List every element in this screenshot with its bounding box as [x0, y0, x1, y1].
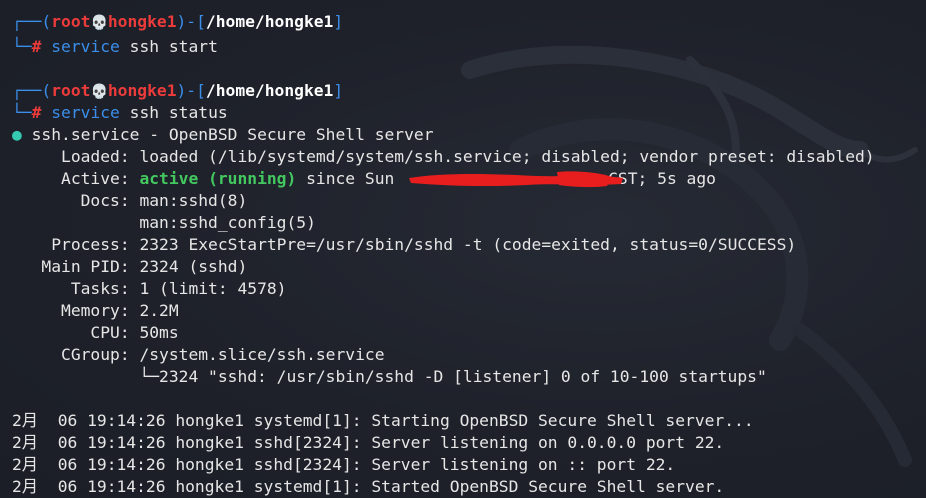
- command-args: ssh status: [119, 103, 228, 122]
- log-line: 2月 06 19:14:26 hongke1 systemd[1]: Start…: [12, 411, 754, 430]
- main-pid-row: Main PID: 2324 (sshd): [12, 256, 247, 278]
- service-title: ssh.service - OpenBSD Secure Shell serve…: [21, 125, 434, 144]
- prompt-path: /home/hongke1: [205, 12, 334, 31]
- cpu-value: 50ms: [129, 323, 179, 342]
- main-pid-key: Main PID:: [12, 257, 130, 276]
- prompt-path: /home/hongke1: [205, 81, 334, 100]
- docs-value-1: man:sshd(8): [129, 191, 248, 210]
- active-since: since Sun: [296, 169, 405, 188]
- prompt-box-bottom: └─: [12, 103, 32, 122]
- loaded-row: Loaded: loaded (/lib/systemd/system/ssh.…: [12, 146, 875, 168]
- process-row: Process: 2323 ExecStartPre=/usr/sbin/ssh…: [12, 234, 796, 256]
- loaded-key: Loaded:: [12, 147, 130, 166]
- skull-icon: 💀: [90, 15, 108, 31]
- docs-value-2: man:sshd_config(5): [12, 213, 316, 232]
- active-key: Active:: [12, 169, 130, 188]
- log-line: 2月 06 19:14:26 hongke1 sshd[2324]: Serve…: [12, 455, 676, 474]
- tasks-key: Tasks:: [12, 279, 130, 298]
- prompt-box-bottom: └─: [12, 37, 32, 56]
- skull-icon: 💀: [90, 84, 108, 100]
- terminal-window[interactable]: ┌──(root💀hongke1)-[/home/hongke1] └─# se…: [0, 0, 926, 498]
- prompt-box-top: ┌──(: [12, 81, 52, 100]
- log-line: 2月 06 19:14:26 hongke1 systemd[1]: Start…: [12, 477, 725, 496]
- command-name: service: [51, 103, 120, 122]
- prompt-user: root: [51, 81, 91, 100]
- tasks-value: 1 (limit: 4578): [129, 279, 287, 298]
- docs-row-2: man:sshd_config(5): [12, 212, 316, 234]
- tasks-row: Tasks: 1 (limit: 4578): [12, 278, 287, 300]
- cpu-key: CPU:: [12, 323, 130, 342]
- docs-key: Docs:: [12, 191, 130, 210]
- process-value: 2323 ExecStartPre=/usr/sbin/sshd -t (cod…: [129, 235, 797, 254]
- memory-key: Memory:: [12, 301, 130, 320]
- loaded-value: loaded (/lib/systemd/system/ssh.service;…: [129, 147, 875, 166]
- prompt-line-1: ┌──(root💀hongke1)-[/home/hongke1]: [12, 11, 343, 33]
- service-header: ● ssh.service - OpenBSD Secure Shell ser…: [12, 124, 434, 146]
- active-state: active (running): [139, 169, 297, 188]
- prompt-host: hongke1: [107, 81, 177, 100]
- cpu-row: CPU: 50ms: [12, 322, 179, 344]
- cgroup-key: CGroup:: [12, 345, 130, 364]
- command-line-1: └─# service ssh start: [12, 36, 218, 58]
- memory-value: 2.2M: [129, 301, 179, 320]
- prompt-close-bracket: ]: [333, 81, 344, 100]
- prompt-line-2: ┌──(root💀hongke1)-[/home/hongke1]: [12, 80, 343, 102]
- command-name: service: [51, 37, 120, 56]
- prompt-close-bracket: ]: [333, 12, 344, 31]
- cgroup-value: /system.slice/ssh.service: [129, 345, 385, 364]
- prompt-separator: )-[: [176, 81, 206, 100]
- cgroup-child-row: └─2324 "sshd: /usr/sbin/sshd -D [listene…: [12, 366, 767, 388]
- prompt-user: root: [51, 12, 91, 31]
- prompt-separator: )-[: [176, 12, 206, 31]
- status-dot-icon: ●: [12, 125, 22, 144]
- command-line-2: └─# service ssh status: [12, 102, 228, 124]
- main-pid-value: 2324 (sshd): [129, 257, 248, 276]
- log-line: 2月 06 19:14:26 hongke1 sshd[2324]: Serve…: [12, 433, 725, 452]
- redaction-mark: [409, 171, 623, 188]
- cgroup-row: CGroup: /system.slice/ssh.service: [12, 344, 385, 366]
- prompt-hash: #: [31, 103, 42, 122]
- docs-row: Docs: man:sshd(8): [12, 190, 248, 212]
- cgroup-child-process: └─2324 "sshd: /usr/sbin/sshd -D [listene…: [12, 367, 767, 386]
- memory-row: Memory: 2.2M: [12, 300, 179, 322]
- command-args: ssh start: [119, 37, 218, 56]
- prompt-host: hongke1: [107, 12, 177, 31]
- prompt-box-top: ┌──(: [12, 12, 52, 31]
- process-key: Process:: [12, 235, 130, 254]
- prompt-hash: #: [31, 37, 42, 56]
